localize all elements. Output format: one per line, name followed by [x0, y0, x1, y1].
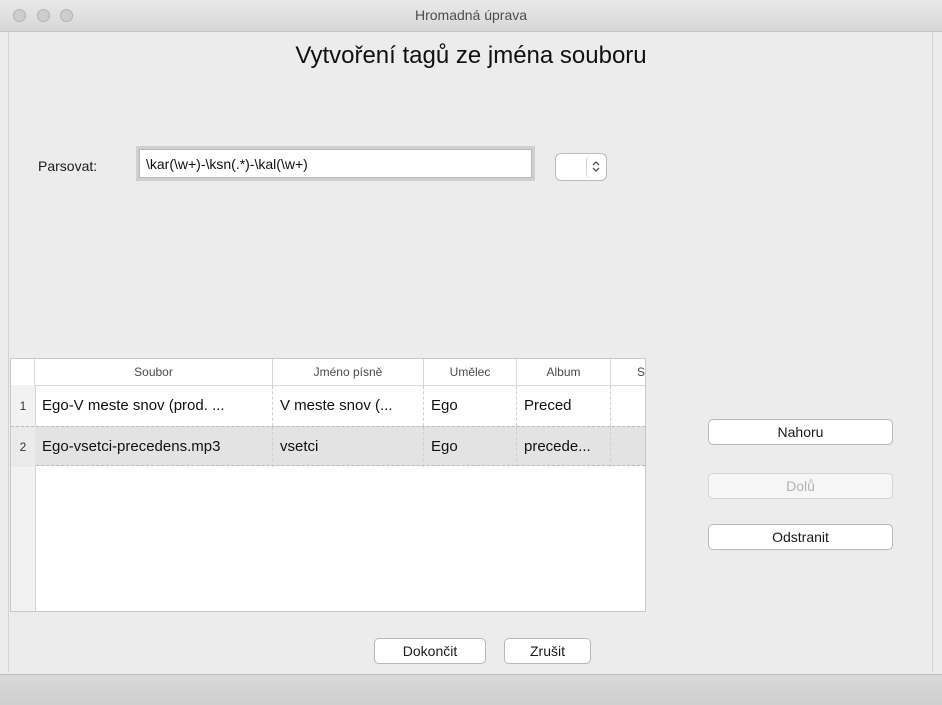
cell-album[interactable]: Preced — [517, 386, 611, 426]
page-title: Vytvoření tagů ze jména souboru — [295, 42, 647, 69]
parse-label: Parsovat: — [38, 158, 98, 174]
title-bar: Hromadná úprava — [0, 0, 942, 32]
column-header-song[interactable]: Jméno písně — [273, 359, 424, 385]
cell-artist[interactable]: Ego — [424, 386, 517, 426]
finish-button[interactable]: Dokončit — [374, 638, 486, 664]
cancel-button[interactable]: Zrušit — [504, 638, 591, 664]
column-header-more[interactable]: S — [611, 359, 645, 385]
cell-file[interactable]: Ego-V meste snov (prod. ... — [35, 386, 273, 426]
files-table[interactable]: Soubor Jméno písně Umělec Album S 1 Ego-… — [10, 358, 646, 612]
column-header-album[interactable]: Album — [517, 359, 611, 385]
right-border — [932, 32, 933, 672]
pattern-preset-select[interactable] — [555, 153, 607, 181]
column-header-artist[interactable]: Umělec — [424, 359, 517, 385]
updown-chevron-icon — [586, 156, 604, 178]
cell-file[interactable]: Ego-vsetci-precedens.mp3 — [35, 427, 273, 467]
remove-button[interactable]: Odstranit — [708, 524, 893, 550]
parse-pattern-input[interactable] — [139, 149, 532, 178]
move-up-button[interactable]: Nahoru — [708, 419, 893, 445]
cell-more[interactable] — [611, 427, 645, 467]
cell-more[interactable] — [611, 386, 645, 426]
cell-album[interactable]: precede... — [517, 427, 611, 467]
rownum-header — [11, 359, 35, 385]
row-number: 1 — [11, 386, 35, 426]
cell-song[interactable]: V meste snov (... — [273, 386, 424, 426]
table-row[interactable]: 1 Ego-V meste snov (prod. ... V meste sn… — [11, 386, 645, 426]
row-number: 2 — [11, 427, 35, 467]
window-title: Hromadná úprava — [414, 7, 528, 23]
column-header-file[interactable]: Soubor — [35, 359, 273, 385]
table-header: Soubor Jméno písně Umělec Album S — [11, 359, 645, 386]
cell-song[interactable]: vsetci — [273, 427, 424, 467]
status-bar — [0, 674, 942, 705]
cell-artist[interactable]: Ego — [424, 427, 517, 467]
table-row-selected[interactable]: 2 Ego-vsetci-precedens.mp3 vsetci Ego pr… — [11, 426, 645, 467]
move-down-button[interactable]: Dolů — [708, 473, 893, 499]
left-border — [8, 32, 9, 672]
